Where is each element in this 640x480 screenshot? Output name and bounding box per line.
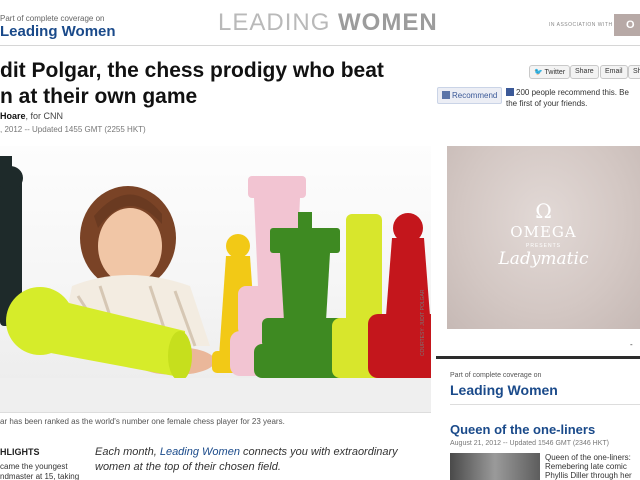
thumbs-up-icon (442, 91, 450, 99)
omega-logo-icon: Ω (535, 199, 552, 223)
sidebar-story-title[interactable]: Queen of the one-liners (450, 422, 595, 437)
recommend-label: Recommend (452, 91, 498, 100)
article-headline: dit Polgar, the chess prodigy who beat n… (0, 58, 420, 110)
coverage-label: Part of complete coverage on (0, 14, 105, 23)
email-button[interactable]: Email (600, 65, 628, 79)
photo-credit: COURTESY: JUDIT POLGAR (420, 289, 426, 357)
sidebar-story-date: August 21, 2012 -- Updated 1546 GMT (234… (450, 440, 610, 447)
facebook-recommend-button[interactable]: Recommend (437, 87, 503, 104)
article-photo[interactable]: COURTESY: JUDIT POLGAR (0, 146, 431, 413)
sponsor-logo-tab[interactable]: O (614, 14, 640, 36)
facebook-social-text: 200 people recommend this. Be the first … (506, 87, 640, 109)
twitter-label: Twitter (544, 69, 566, 76)
author-suffix: , for CNN (25, 111, 64, 121)
banner-title-bold: WOMEN (338, 9, 438, 36)
headline-line-1: dit Polgar, the chess prodigy who beat (0, 59, 384, 82)
share-button[interactable]: Share (570, 65, 599, 79)
top-banner: Part of complete coverage on Leading Wom… (0, 0, 640, 46)
intro-series-link[interactable]: Leading Women (160, 446, 240, 458)
facebook-social-label: 200 people recommend this. Be the first … (506, 88, 629, 108)
banner-title-light: LEADING (218, 9, 339, 36)
sidebar-series-link[interactable]: Leading Women (450, 382, 558, 398)
scroll-marker: - (630, 340, 633, 349)
association-label: IN ASSOCIATION WITH (549, 22, 613, 28)
article-dateline: , 2012 -- Updated 1455 GMT (2255 HKT) (0, 125, 146, 134)
coverage-sidebar: Part of complete coverage on Leading Wom… (436, 356, 640, 480)
sidebar-divider (450, 404, 640, 405)
more-share-button[interactable]: Sh (628, 65, 640, 79)
photo-caption: ar has been ranked as the world's number… (0, 417, 285, 426)
highlights-text: came the youngest ndmaster at 15, taking (0, 462, 80, 480)
byline: Hoare, for CNN (0, 111, 63, 121)
series-intro: Each month, Leading Women connects you w… (95, 445, 405, 475)
banner-title: LEADING WOMEN (218, 9, 438, 37)
sidebar-coverage-label: Part of complete coverage on (450, 372, 542, 379)
omega-advertisement[interactable]: Ω OMEGA PRESENTS Ladymatic (447, 146, 640, 329)
author-name[interactable]: Hoare (0, 111, 26, 121)
ad-product: Ladymatic (498, 249, 589, 269)
chess-photo-illustration (0, 156, 431, 412)
sidebar-story-description: Queen of the one-liners: Remebering late… (545, 453, 632, 480)
sidebar-story-thumbnail[interactable] (450, 453, 540, 480)
twitter-icon: 🐦 (534, 69, 543, 76)
facebook-icon (506, 88, 514, 96)
headline-line-2: n at their own game (0, 85, 198, 108)
highlights-heading: HLIGHTS (0, 447, 40, 457)
intro-text-before: Each month, (95, 446, 160, 458)
ad-brand: OMEGA (510, 223, 577, 241)
twitter-button[interactable]: 🐦 Twitter (529, 65, 571, 79)
series-link[interactable]: Leading Women (0, 23, 116, 40)
